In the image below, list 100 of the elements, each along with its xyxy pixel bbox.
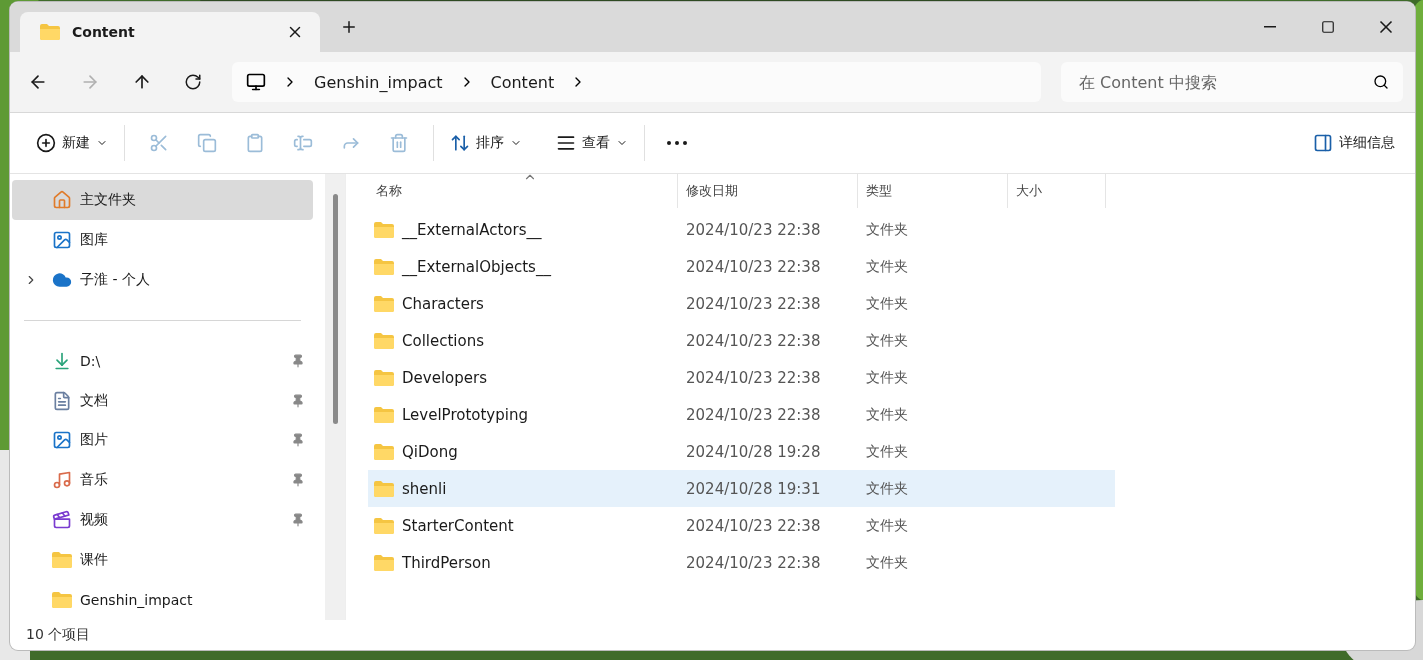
new-button[interactable]: 新建 [30, 127, 114, 159]
sidebar-item[interactable]: 图片 [12, 420, 313, 461]
file-row[interactable]: Developers 2024/10/23 22:38 文件夹 [368, 359, 1115, 396]
modified-date: 2024/10/23 22:38 [685, 516, 822, 535]
music-icon [52, 470, 72, 491]
file-name: LevelPrototyping [402, 405, 528, 424]
file-name: __ExternalObjects__ [402, 257, 551, 276]
sidebar-item[interactable]: 视频 [12, 500, 313, 541]
pin-icon [291, 393, 305, 408]
column-header[interactable]: 大小 [1008, 174, 1106, 208]
sort-button[interactable]: 排序 [444, 127, 528, 159]
search-field[interactable]: 在 Content 中搜索 [1061, 62, 1403, 102]
folder-icon [52, 592, 72, 609]
breadcrumb[interactable]: Genshin_impact [314, 72, 443, 92]
sidebar-item[interactable]: Genshin_impact [12, 580, 313, 621]
delete-icon [389, 133, 409, 153]
folder-icon [40, 24, 60, 40]
tab-title: Content [72, 24, 136, 40]
file-row[interactable]: shenli 2024/10/28 19:31 文件夹 [368, 470, 1115, 507]
plus-circle-icon [36, 133, 56, 153]
column-header[interactable]: 修改日期 [678, 174, 858, 208]
file-name: __ExternalActors__ [402, 220, 542, 239]
file-row[interactable]: QiDong 2024/10/28 19:28 文件夹 [368, 433, 1115, 470]
file-row[interactable]: __ExternalObjects__ 2024/10/23 22:38 文件夹 [368, 248, 1115, 285]
file-row[interactable]: ThirdPerson 2024/10/23 22:38 文件夹 [368, 544, 1115, 581]
sidebar-item[interactable]: 子淮 - 个人 [12, 259, 313, 300]
sidebar-item[interactable]: D:\ [12, 340, 313, 381]
breadcrumb[interactable]: Content [490, 72, 555, 92]
pin-icon [291, 353, 305, 368]
modified-date: 2024/10/23 22:38 [685, 405, 822, 424]
plus-icon [340, 18, 358, 36]
column-header[interactable]: 名称 [368, 174, 678, 208]
image-icon [52, 430, 72, 451]
file-type: 文件夹 [865, 294, 909, 313]
sidebar-item[interactable]: 音乐 [12, 460, 313, 501]
modified-date: 2024/10/23 22:38 [685, 331, 822, 350]
view-button[interactable]: 查看 [550, 127, 634, 159]
refresh-icon [184, 73, 202, 91]
file-row[interactable]: LevelPrototyping 2024/10/23 22:38 文件夹 [368, 396, 1115, 433]
file-row[interactable]: StarterContent 2024/10/23 22:38 文件夹 [368, 507, 1115, 544]
file-name: shenli [402, 479, 447, 498]
column-header[interactable]: 类型 [858, 174, 1008, 208]
panel-icon [1313, 133, 1333, 153]
file-type: 文件夹 [865, 331, 909, 350]
file-type: 文件夹 [865, 553, 909, 572]
modified-date: 2024/10/23 22:38 [685, 553, 822, 572]
download-icon [52, 350, 72, 371]
window-tab[interactable]: Content [20, 12, 320, 52]
folder-icon [374, 517, 394, 534]
folder-icon [374, 295, 394, 312]
modified-date: 2024/10/23 22:38 [685, 220, 822, 239]
file-name: Characters [402, 294, 484, 313]
folder-icon [374, 332, 394, 349]
sidebar-item[interactable]: 课件 [12, 540, 313, 581]
pin-icon [291, 513, 305, 528]
folder-icon [374, 480, 394, 497]
file-row[interactable]: __ExternalActors__ 2024/10/23 22:38 文件夹 [368, 211, 1115, 248]
sidebar-item[interactable]: 主文件夹 [12, 180, 313, 220]
monitor-icon [246, 72, 266, 92]
minimize-icon [1264, 26, 1276, 28]
folder-icon [374, 369, 394, 386]
modified-date: 2024/10/28 19:31 [685, 479, 822, 498]
image-icon [52, 229, 72, 250]
modified-date: 2024/10/23 22:38 [685, 294, 822, 313]
item-count: 10 个项目 [26, 626, 91, 644]
file-row[interactable]: Collections 2024/10/23 22:38 文件夹 [368, 322, 1115, 359]
details-button[interactable]: 详细信息 [1307, 127, 1401, 159]
sort-icon [450, 133, 470, 153]
file-name: StarterContent [402, 516, 514, 535]
file-type: 文件夹 [865, 479, 909, 498]
address-bar[interactable]: Genshin_impact Content [232, 62, 1041, 102]
folder-icon [374, 258, 394, 275]
folder-icon [52, 552, 72, 569]
rename-icon [293, 133, 313, 153]
file-type: 文件夹 [865, 405, 909, 424]
file-type: 文件夹 [865, 442, 909, 461]
copy-icon [197, 133, 217, 153]
folder-icon [374, 443, 394, 460]
sidebar-item[interactable]: 文档 [12, 380, 313, 421]
cut-icon [149, 133, 169, 153]
paste-icon [245, 133, 265, 153]
scrollbar[interactable] [325, 174, 345, 620]
maximize-icon [1321, 20, 1335, 34]
modified-date: 2024/10/23 22:38 [685, 257, 822, 276]
sidebar-item[interactable]: 图库 [12, 219, 313, 260]
modified-date: 2024/10/23 22:38 [685, 368, 822, 387]
search-icon [1373, 74, 1389, 90]
file-name: QiDong [402, 442, 458, 461]
file-row[interactable]: Characters 2024/10/23 22:38 文件夹 [368, 285, 1115, 322]
modified-date: 2024/10/28 19:28 [685, 442, 822, 461]
lines-icon [556, 133, 576, 153]
file-type: 文件夹 [865, 516, 909, 535]
pin-icon [291, 433, 305, 448]
file-name: Developers [402, 368, 487, 387]
file-type: 文件夹 [865, 368, 909, 387]
file-name: ThirdPerson [402, 553, 491, 572]
file-name: Collections [402, 331, 484, 350]
file-type: 文件夹 [865, 220, 909, 239]
document-icon [52, 390, 72, 411]
folder-icon [374, 221, 394, 238]
